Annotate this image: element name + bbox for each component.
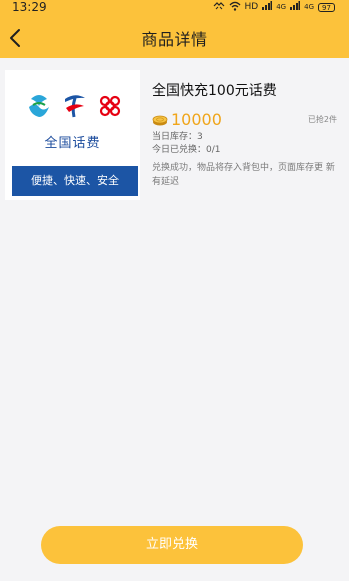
coin-icon: [152, 115, 168, 126]
network-label-1: 4G: [276, 3, 287, 11]
price-row: 10000: [152, 110, 222, 130]
china-telecom-logo-icon: [65, 95, 85, 118]
product-name: 全国快充100元话费: [152, 83, 277, 99]
link-icon: [213, 1, 225, 13]
redeem-button[interactable]: 立即兑换: [41, 526, 303, 564]
price-value: 10000: [171, 110, 222, 129]
china-mobile-logo-icon: [29, 95, 49, 117]
sold-count: 已抢2件: [307, 115, 337, 124]
today-exchanged: 今日已兑换：0/1: [152, 145, 221, 155]
status-bar: 13:29 HD 4G 4G 97: [0, 0, 349, 16]
network-label-2: 4G: [304, 3, 314, 11]
china-unicom-logo-icon: [99, 95, 121, 117]
page-title: 商品详情: [141, 30, 208, 49]
title-bar: 商品详情: [0, 18, 349, 58]
hd-label: HD: [244, 2, 259, 12]
carrier-logos: [5, 90, 140, 124]
stock-today: 当日库存：3: [152, 132, 203, 142]
status-time: 13:29: [12, 0, 47, 14]
exchange-note: 兑换成功，物品将存入背包中，页面库存更 新有延迟: [152, 163, 335, 187]
product-image-card: 全国话费 便捷、快速、安全: [5, 70, 140, 200]
card-slogan: 便捷、快速、安全: [12, 166, 138, 196]
card-title: 全国话费: [44, 136, 101, 151]
status-icons: HD 4G 4G 97: [213, 1, 335, 13]
wifi-icon: [229, 1, 241, 14]
top-bar: 13:29 HD 4G 4G 97 商品详情: [0, 0, 349, 58]
signal-icon-1: [262, 1, 273, 13]
battery-icon: 97: [318, 2, 335, 12]
signal-icon-2: [290, 1, 301, 13]
